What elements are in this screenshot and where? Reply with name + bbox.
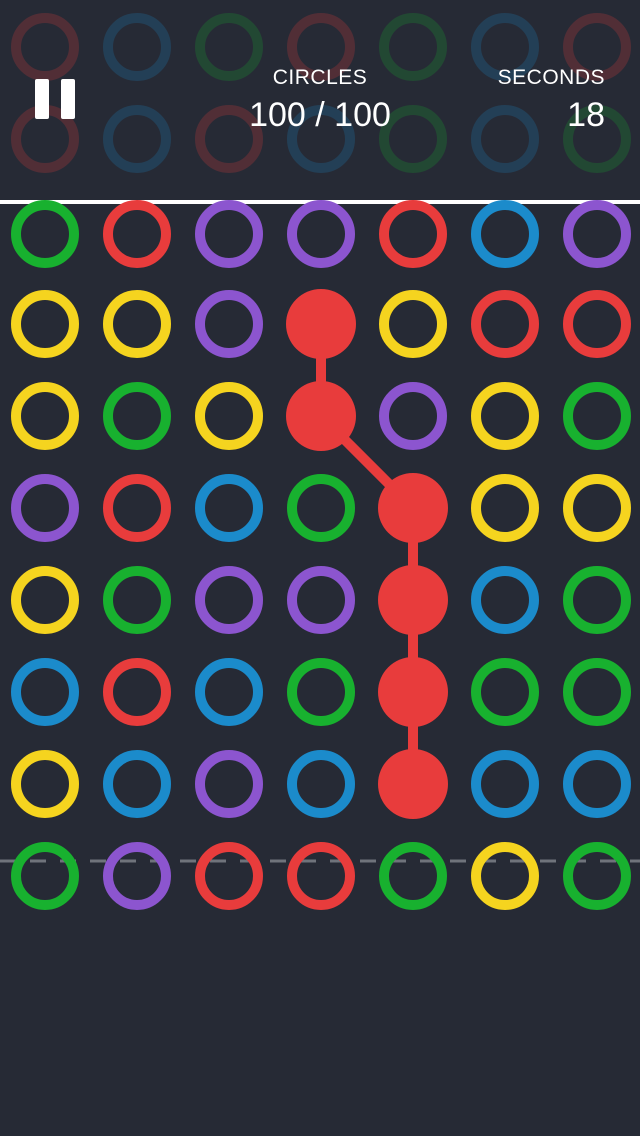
circle-green[interactable] [563,842,631,910]
circle-purple[interactable] [563,200,631,268]
circle-green[interactable] [563,566,631,634]
circle-purple[interactable] [195,750,263,818]
circle-red[interactable] [471,290,539,358]
circle-blue[interactable] [103,750,171,818]
circle-red[interactable] [103,200,171,268]
circle-purple[interactable] [195,290,263,358]
circle-purple[interactable] [379,382,447,450]
circle-blue[interactable] [563,750,631,818]
circle-purple[interactable] [287,200,355,268]
selected-dot-red[interactable] [378,657,448,727]
selected-dot-red[interactable] [378,473,448,543]
circle-blue[interactable] [287,750,355,818]
circle-yellow[interactable] [195,382,263,450]
circle-yellow[interactable] [379,290,447,358]
selected-dot-red[interactable] [286,289,356,359]
circle-purple[interactable] [11,474,79,542]
selected-dot-red[interactable] [286,381,356,451]
selected-dot-red[interactable] [378,749,448,819]
circle-blue[interactable] [195,658,263,726]
game-board[interactable] [0,0,640,1136]
circle-green[interactable] [471,658,539,726]
circle-yellow[interactable] [11,566,79,634]
circle-red[interactable] [103,658,171,726]
circle-yellow[interactable] [103,290,171,358]
circle-red[interactable] [379,200,447,268]
circle-red[interactable] [287,842,355,910]
circle-blue[interactable] [11,658,79,726]
circle-purple[interactable] [195,200,263,268]
circle-blue[interactable] [195,474,263,542]
circle-yellow[interactable] [471,842,539,910]
circle-blue[interactable] [471,750,539,818]
circle-blue[interactable] [471,200,539,268]
circle-green[interactable] [287,474,355,542]
selected-dot-red[interactable] [378,565,448,635]
circle-blue[interactable] [471,566,539,634]
circle-green[interactable] [563,382,631,450]
circle-yellow[interactable] [563,474,631,542]
circle-red[interactable] [195,842,263,910]
circle-yellow[interactable] [471,474,539,542]
circle-green[interactable] [103,382,171,450]
circle-green[interactable] [11,200,79,268]
circle-purple[interactable] [195,566,263,634]
circle-green[interactable] [379,842,447,910]
circle-red[interactable] [103,474,171,542]
circle-green[interactable] [563,658,631,726]
circle-yellow[interactable] [471,382,539,450]
circle-yellow[interactable] [11,382,79,450]
circle-green[interactable] [11,842,79,910]
circle-green[interactable] [287,658,355,726]
circle-yellow[interactable] [11,750,79,818]
circle-purple[interactable] [287,566,355,634]
circle-green[interactable] [103,566,171,634]
circle-purple[interactable] [103,842,171,910]
circle-red[interactable] [563,290,631,358]
circle-yellow[interactable] [11,290,79,358]
